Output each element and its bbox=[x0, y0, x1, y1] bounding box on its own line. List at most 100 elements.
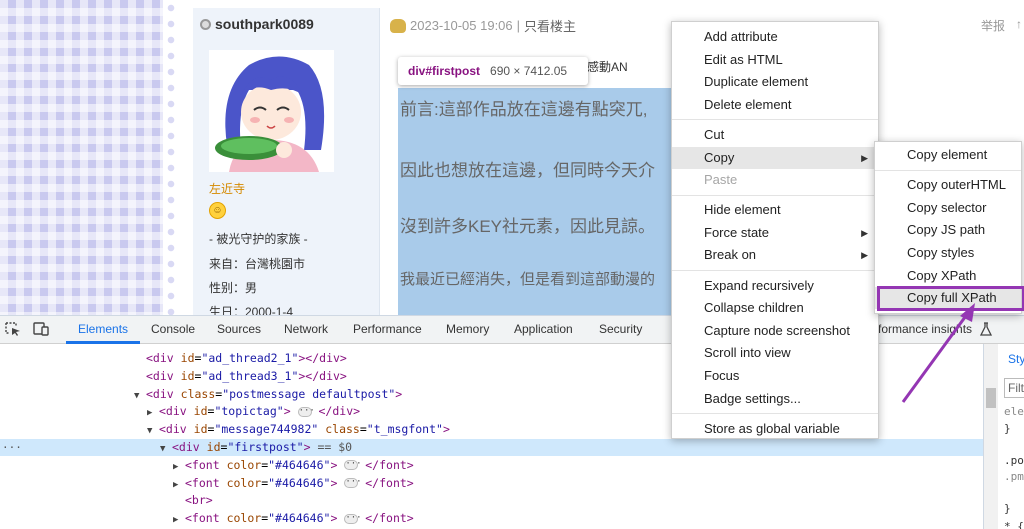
author-birthday: 生日：2000-1-4 bbox=[209, 305, 294, 315]
author-location: 来自：台灣桃園市 bbox=[209, 257, 306, 271]
post-meta: 2023-10-05 19:06 | 只看楼主 bbox=[390, 16, 576, 35]
menu-item-cut[interactable]: Cut bbox=[672, 124, 878, 146]
styles-rule-pm: .pm bbox=[1004, 470, 1024, 483]
menu-item-copy-element[interactable]: Copy element bbox=[875, 144, 1021, 166]
submenu-arrow-icon: ▶ bbox=[861, 250, 868, 261]
menu-item-label: Focus bbox=[704, 367, 740, 383]
lace-border bbox=[163, 0, 179, 315]
tab-application[interactable]: Application bbox=[514, 322, 573, 336]
styles-tab-label[interactable]: Sty bbox=[1008, 352, 1024, 366]
author-group-link[interactable]: 左近寺 bbox=[209, 180, 245, 197]
menu-separator bbox=[672, 119, 878, 121]
screenshot-root: southpark0089 左近寺 ☺ - 被光守护的家族 - 来自：台灣桃園市… bbox=[0, 0, 1024, 529]
styles-rule-po: .po bbox=[1004, 454, 1024, 467]
post-date: 2023-10-05 19:06 bbox=[410, 18, 513, 33]
only-author-link[interactable]: 只看楼主 bbox=[524, 16, 576, 35]
styles-pane[interactable]: Sty Filt ele } .po .pm } * { bbox=[983, 344, 1024, 529]
menu-item-label: Copy JS path bbox=[907, 222, 986, 238]
anime-avatar-image bbox=[209, 50, 334, 172]
styles-scrollbar[interactable] bbox=[984, 344, 998, 529]
menu-item-delete-element[interactable]: Delete element bbox=[672, 94, 878, 116]
menu-item-copy-outerhtml[interactable]: Copy outerHTML bbox=[875, 174, 1021, 196]
smiley-badge-icon: ☺ bbox=[209, 202, 226, 219]
menu-item-focus[interactable]: Focus bbox=[672, 365, 878, 387]
styles-brace-2: } bbox=[1004, 502, 1011, 515]
author-gender: 性别：男 bbox=[209, 281, 258, 295]
owl-icon bbox=[390, 18, 406, 33]
tooltip-size: 690 × 7412.05 bbox=[490, 64, 568, 78]
inspect-element-icon[interactable] bbox=[5, 322, 21, 336]
menu-item-capture-node-screenshot[interactable]: Capture node screenshot bbox=[672, 320, 878, 342]
dom-node-row[interactable]: ▶ <font color="#464646"> ··· </font> bbox=[0, 457, 983, 474]
dom-node-row[interactable]: ▶ <font color="#464646"> ··· </font> bbox=[0, 510, 983, 527]
menu-item-label: Copy bbox=[704, 149, 735, 165]
tab-network[interactable]: Network bbox=[284, 322, 328, 336]
submenu-arrow-icon: ▶ bbox=[861, 227, 868, 238]
menu-separator bbox=[875, 169, 1021, 171]
menu-item-collapse-children[interactable]: Collapse children bbox=[672, 297, 878, 319]
menu-item-label: Copy element bbox=[907, 147, 988, 162]
tab-sources[interactable]: Sources bbox=[217, 322, 261, 336]
report-extra-link[interactable]: ↑ bbox=[1016, 17, 1022, 31]
menu-item-label: Collapse children bbox=[704, 300, 804, 316]
menu-item-label: Add attribute bbox=[704, 29, 778, 44]
dom-node-row[interactable]: <br> bbox=[0, 492, 983, 509]
menu-separator bbox=[672, 270, 878, 271]
menu-separator bbox=[672, 194, 878, 196]
post-paragraph-1: 前言:這部作品放在這邊有點突兀, bbox=[400, 100, 648, 119]
menu-item-edit-as-html[interactable]: Edit as HTML bbox=[672, 49, 878, 71]
selected-dom-node[interactable]: ▼ <div id="firstpost"> == $0 ··· bbox=[0, 439, 983, 456]
menu-item-label: Edit as HTML bbox=[704, 51, 783, 67]
submenu-arrow-icon: ▶ bbox=[861, 152, 868, 163]
report-link[interactable]: 举报 bbox=[981, 17, 1005, 34]
tab-performance[interactable]: Performance bbox=[353, 322, 422, 336]
menu-separator bbox=[672, 413, 878, 415]
checkered-background bbox=[0, 0, 163, 315]
menu-item-store-as-global-variable[interactable]: Store as global variable bbox=[672, 418, 878, 440]
menu-item-label: Scroll into view bbox=[704, 345, 791, 361]
menu-item-copy[interactable]: Copy ▶ bbox=[672, 146, 878, 169]
menu-item-label: Delete element bbox=[704, 96, 792, 112]
menu-item-label: Copy outerHTML bbox=[907, 177, 1006, 193]
author-name-text[interactable]: southpark0089 bbox=[215, 16, 314, 32]
author-title: - 被光守护的家族 - bbox=[209, 232, 308, 246]
menu-item-label: Copy XPath bbox=[907, 267, 977, 283]
menu-item-label: Duplicate element bbox=[704, 74, 809, 90]
author-name[interactable]: southpark0089 bbox=[200, 16, 314, 32]
tab-elements[interactable]: Elements bbox=[78, 322, 128, 336]
styles-filter-input[interactable]: Filt bbox=[1004, 378, 1024, 398]
menu-item-scroll-into-view[interactable]: Scroll into view bbox=[672, 342, 878, 364]
menu-item-copy-styles[interactable]: Copy styles bbox=[875, 242, 1021, 264]
tab-security[interactable]: Security bbox=[599, 322, 642, 336]
menu-item-copy-selector[interactable]: Copy selector bbox=[875, 197, 1021, 219]
offline-status-icon bbox=[200, 18, 211, 30]
styles-brace: } bbox=[1004, 422, 1011, 435]
avatar[interactable] bbox=[209, 50, 334, 172]
menu-item-label: Store as global variable bbox=[704, 420, 840, 436]
menu-item-label: Badge settings... bbox=[704, 390, 801, 406]
tab-memory[interactable]: Memory bbox=[446, 322, 489, 336]
menu-item-label: Copy selector bbox=[907, 199, 987, 215]
menu-item-label: Cut bbox=[704, 126, 725, 142]
tab-performance-insights[interactable]: formance insights bbox=[878, 322, 972, 336]
post-paragraph-2: 因此也想放在這邊，但同時今天介 bbox=[400, 161, 655, 180]
menu-item-force-state[interactable]: Force state ▶ bbox=[672, 222, 878, 244]
menu-item-hide-element[interactable]: Hide element bbox=[672, 199, 878, 221]
menu-item-label: Force state bbox=[704, 224, 770, 240]
menu-item-label: Break on bbox=[704, 247, 757, 263]
menu-item-label: Paste bbox=[704, 172, 738, 188]
tab-console[interactable]: Console bbox=[151, 322, 195, 336]
menu-item-expand-recursively[interactable]: Expand recursively bbox=[672, 275, 878, 297]
device-toolbar-icon[interactable] bbox=[33, 322, 49, 336]
menu-item-badge-settings[interactable]: Badge settings... bbox=[672, 388, 878, 410]
context-menu: Add attribute Edit as HTML Duplicate eleme… bbox=[671, 21, 879, 439]
scrollbar-thumb[interactable] bbox=[986, 388, 996, 408]
menu-item-copy-js-path[interactable]: Copy JS path bbox=[875, 219, 1021, 241]
node-more-dots-icon[interactable]: ··· bbox=[2, 439, 22, 456]
menu-item-break-on[interactable]: Break on ▶ bbox=[672, 244, 878, 266]
dom-node-row[interactable]: ▶ <font color="#464646"> ··· </font> bbox=[0, 475, 983, 492]
menu-item-copy-xpath[interactable]: Copy XPath bbox=[875, 265, 1021, 287]
menu-item-add-attribute[interactable]: Add attribute bbox=[672, 26, 878, 48]
menu-item-duplicate-element[interactable]: Duplicate element bbox=[672, 71, 878, 93]
post-paragraph-4: 我最近已經消失，但是看到這部動漫的 bbox=[400, 271, 656, 288]
